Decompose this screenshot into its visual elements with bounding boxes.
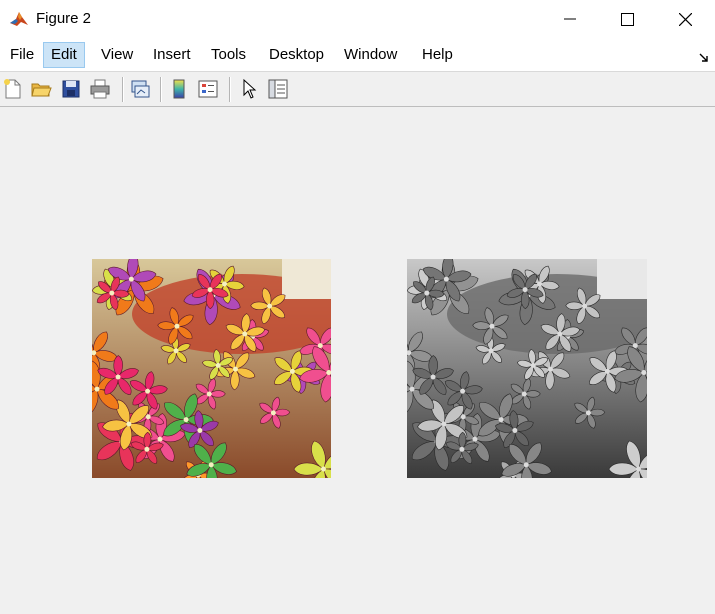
toolbar [0,72,715,107]
insert-legend-icon[interactable] [197,78,219,100]
close-button[interactable] [662,0,708,38]
save-icon[interactable] [60,78,82,100]
new-figure-icon[interactable] [2,78,24,100]
link-plot-icon[interactable] [129,78,151,100]
grayscale-image [407,259,647,478]
maximize-button[interactable] [604,0,650,38]
menu-desktop[interactable]: Desktop [262,42,331,68]
menu-insert[interactable]: Insert [146,42,198,68]
insert-colorbar-icon[interactable] [168,78,190,100]
title-bar: Figure 2 [0,0,715,38]
menu-help[interactable]: Help [415,42,460,68]
toolbar-separator [160,77,162,102]
minimize-icon [564,18,576,20]
minimize-button[interactable] [547,0,593,38]
maximize-icon [620,12,634,26]
edit-plot-pointer-icon[interactable] [238,78,260,100]
menu-bar: File Edit View Insert Tools Desktop Wind… [0,38,715,72]
dock-arrow-icon[interactable] [699,50,709,62]
menu-tools[interactable]: Tools [204,42,253,68]
property-inspector-icon[interactable] [267,78,289,100]
original-color-image [92,259,331,478]
matlab-logo-icon [9,9,29,29]
menu-edit[interactable]: Edit [43,42,85,68]
open-file-icon[interactable] [30,78,52,100]
menu-file[interactable]: File [3,42,41,68]
toolbar-separator [229,77,231,102]
menu-view[interactable]: View [94,42,140,68]
close-icon [678,12,692,26]
menu-window[interactable]: Window [337,42,404,68]
print-icon[interactable] [89,78,111,100]
window-title: Figure 2 [36,10,92,27]
toolbar-separator [122,77,124,102]
